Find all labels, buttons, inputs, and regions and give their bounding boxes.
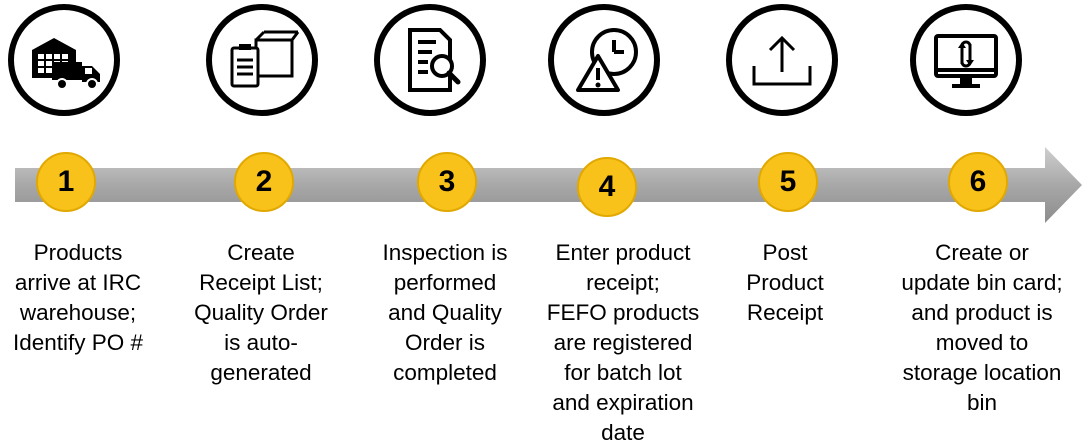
step-3-icon-circle — [374, 4, 486, 116]
upload-icon — [752, 35, 812, 86]
step-5-icon-circle — [726, 4, 838, 116]
step-2-badge: 2 — [234, 152, 294, 212]
step-4-badge: 4 — [577, 157, 637, 217]
step-3-label: Inspection is performed and Quality Orde… — [382, 240, 508, 385]
step-2-label: Create Receipt List; Quality Order is au… — [194, 240, 328, 385]
step-6-label: Create or update bin card; and product i… — [901, 240, 1063, 415]
step-3-badge: 3 — [417, 152, 477, 212]
clock-warning-icon — [576, 28, 638, 92]
step-1-icon-circle — [8, 4, 120, 116]
step-6-badge: 6 — [948, 152, 1008, 212]
monitor-refresh-icon — [934, 34, 998, 88]
step-4-icon-circle — [548, 4, 660, 116]
step-1-label: Products arrive at IRC warehouse; Identi… — [12, 240, 144, 355]
warehouse-truck-icon — [32, 38, 100, 90]
step-6-icon-circle — [910, 4, 1022, 116]
clipboard-box-icon — [230, 30, 300, 88]
step-5-badge: 5 — [758, 152, 818, 212]
step-1-badge: 1 — [36, 152, 96, 212]
step-5-label: Post Product Receipt — [746, 240, 824, 325]
step-2-icon-circle — [206, 4, 318, 116]
document-search-icon — [408, 28, 461, 92]
